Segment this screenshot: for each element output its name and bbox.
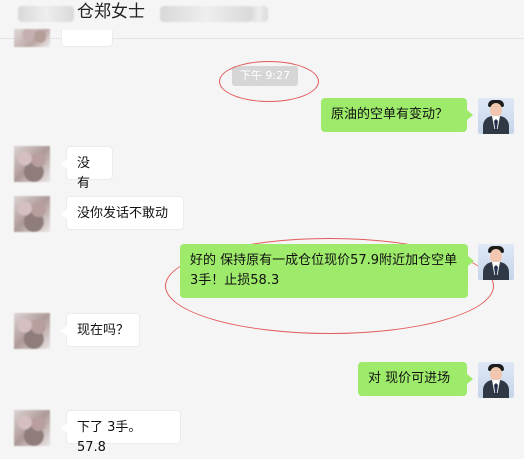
profile-avatar-icon <box>478 98 514 134</box>
message-text: 没有 <box>77 156 91 191</box>
message-text: 对 现价可进场 <box>368 371 451 386</box>
message-text: 现在吗？ <box>77 323 130 338</box>
blurred-avatar-icon <box>14 196 50 232</box>
top-fragment-avatar <box>14 29 50 47</box>
blurred-avatar-icon <box>14 410 50 446</box>
message-text: 下了 3手。57.8 <box>77 420 142 455</box>
face-shape <box>490 367 502 381</box>
message-bubble-outgoing: 好的 保持原有一成仓位现价57.9附近加仓空单3手！止损58.3 <box>180 244 474 298</box>
message-bubble-incoming: 下了 3手。57.8 <box>61 410 181 455</box>
message-text: 没你发话不敢动 <box>77 206 169 221</box>
chat-window: 仓郑女士 下午 9:27 原油的空单有变动？ 没有 没你发话不敢动 好的 保持原… <box>0 0 524 459</box>
message-bubble-outgoing: 原油的空单有变动？ <box>321 98 473 132</box>
face-shape <box>490 103 502 117</box>
message-bubble-incoming: 现在吗？ <box>61 313 140 347</box>
timestamp: 下午 9:27 <box>232 66 298 86</box>
blurred-avatar-icon <box>14 146 50 182</box>
message-bubble-outgoing: 对 现价可进场 <box>358 362 473 396</box>
blurred-avatar-icon <box>14 313 50 349</box>
top-fragment-bubble <box>61 30 113 47</box>
profile-avatar-icon <box>478 244 514 280</box>
header-redaction-right <box>250 6 268 22</box>
message-text: 原油的空单有变动？ <box>331 107 449 122</box>
header-title: 仓郑女士 <box>77 2 145 22</box>
header-redaction-mid <box>160 6 252 22</box>
message-bubble-incoming: 没有 <box>61 146 113 191</box>
message-text: 好的 保持原有一成仓位现价57.9附近加仓空单3手！止损58.3 <box>190 253 458 288</box>
message-bubble-incoming: 没你发话不敢动 <box>61 196 184 230</box>
profile-avatar-icon <box>478 362 514 398</box>
header-redaction-left <box>18 6 74 22</box>
face-shape <box>490 249 502 263</box>
